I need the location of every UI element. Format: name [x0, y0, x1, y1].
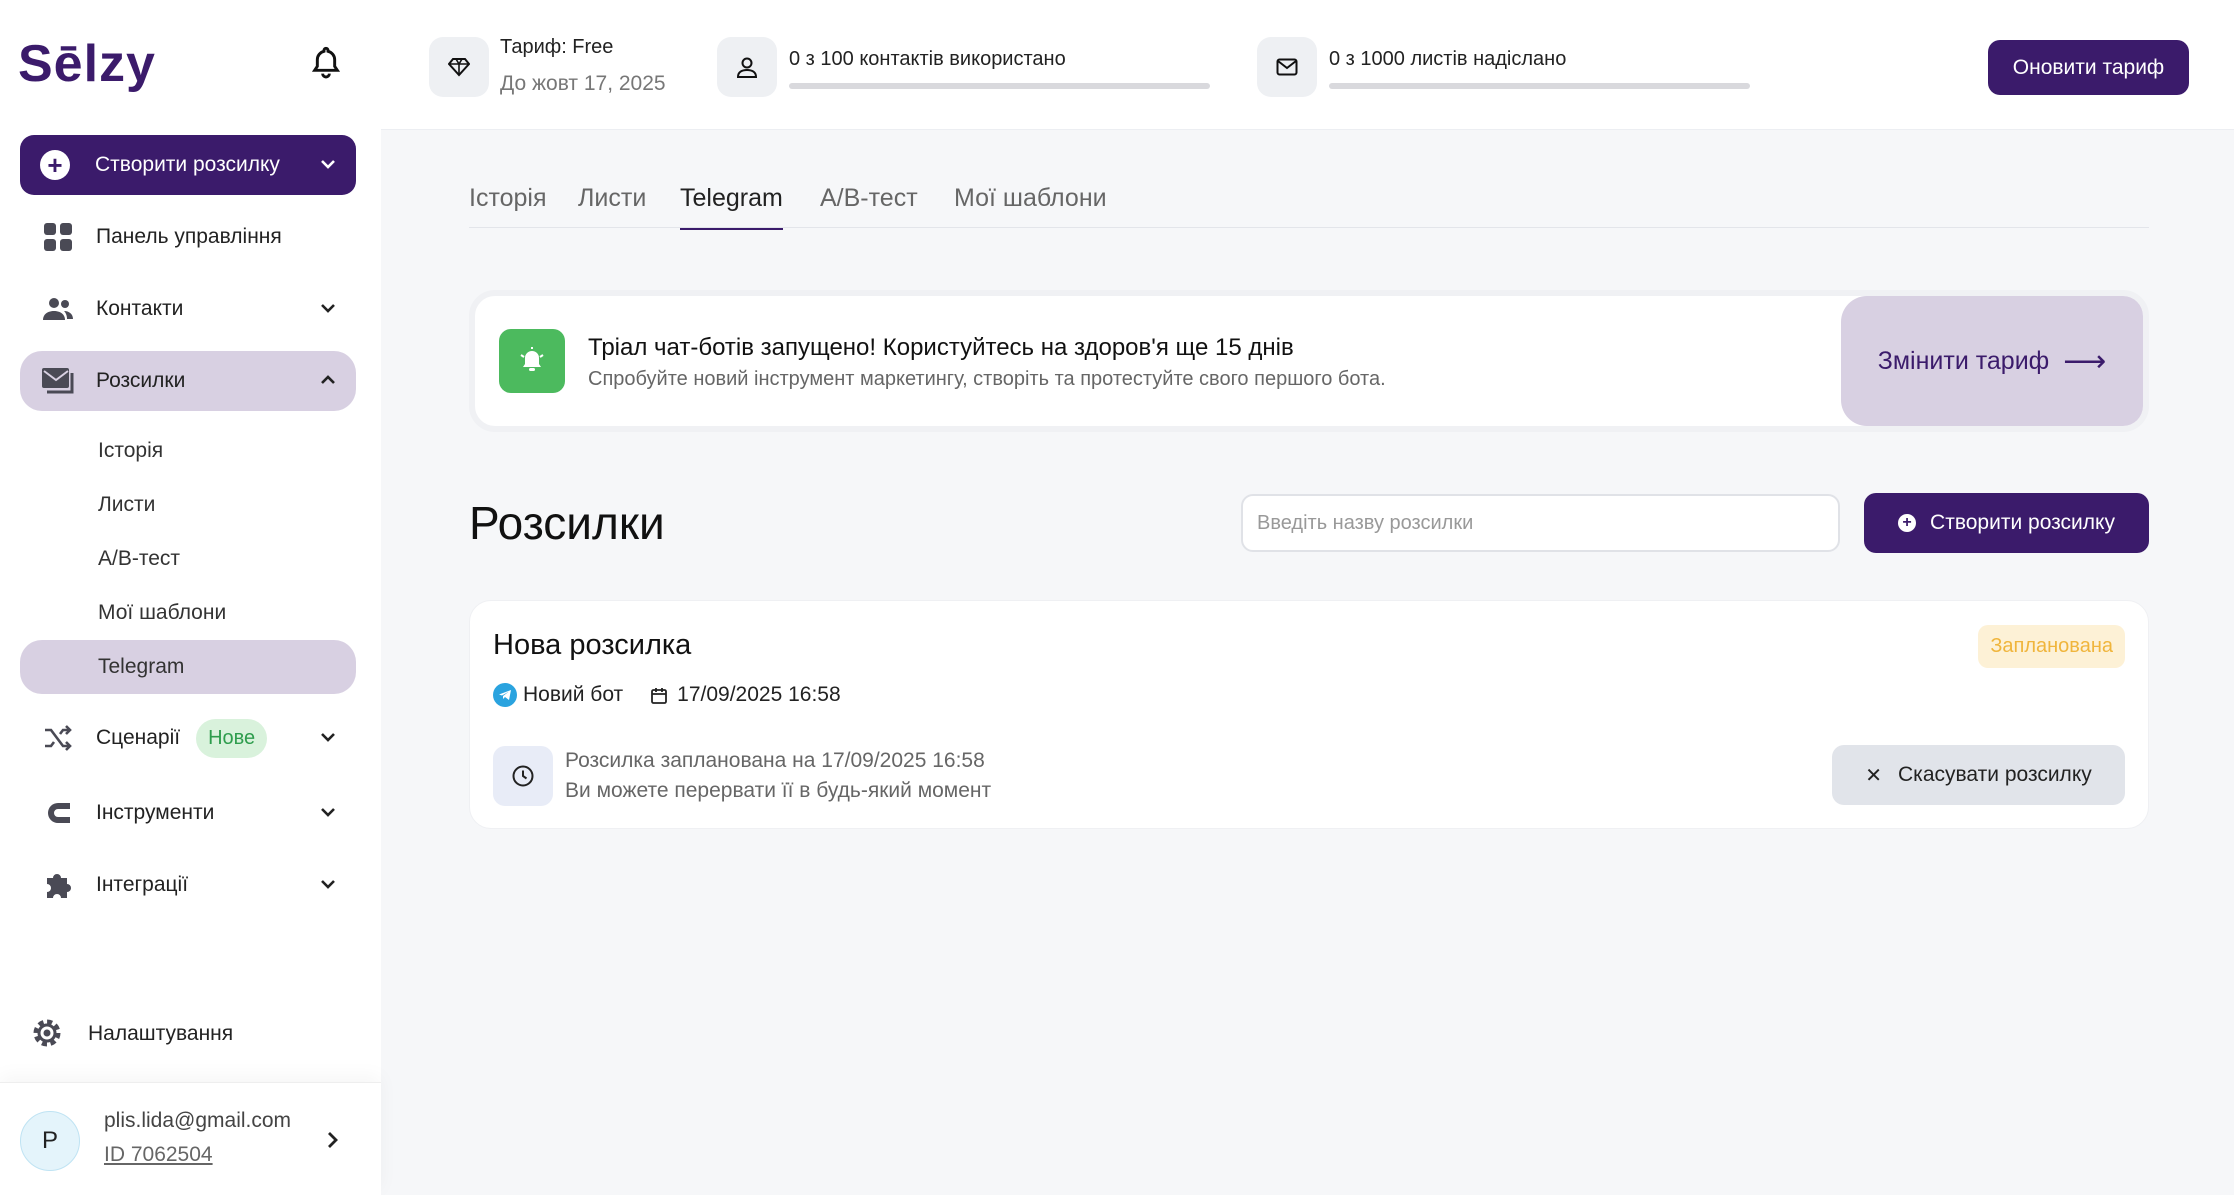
sidebar-item-label: Панель управління [96, 225, 282, 248]
scheduled-text: Розсилка запланована на 17/09/2025 16:58 [565, 749, 985, 772]
change-plan-label: Змінити тариф [1877, 346, 2050, 375]
tab-ab-test[interactable]: A/B-тест [820, 184, 918, 213]
shuffle-icon [40, 720, 76, 756]
sidebar-item-scenarios[interactable]: Сценарії Нове [20, 708, 356, 768]
emails-usage: 0 з 1000 листів надіслано [1329, 48, 1567, 70]
tab-templates[interactable]: Мої шаблони [954, 184, 1107, 213]
plus-icon: + [40, 150, 70, 180]
search-input[interactable] [1241, 494, 1840, 552]
chevron-down-icon [318, 727, 338, 747]
user-id-link[interactable]: ID 7062504 [104, 1143, 213, 1167]
sidebar-item-label: Контакти [96, 297, 184, 320]
create-mailing-label: Створити розсилку [1930, 511, 2115, 534]
mail-icon [1257, 37, 1317, 97]
tab-telegram[interactable]: Telegram [680, 184, 783, 230]
create-mailing-button[interactable]: + Створити розсилку [1864, 493, 2149, 553]
new-badge: Нове [196, 718, 268, 758]
sidebar-subitem-history[interactable]: Історія [20, 424, 356, 478]
tab-history[interactable]: Історія [469, 184, 547, 213]
users-icon [40, 291, 76, 327]
settings-label: Налаштування [88, 1022, 234, 1045]
chevron-down-icon [318, 874, 338, 894]
campaign-title: Нова розсилка [493, 629, 692, 661]
contacts-usage: 0 з 100 контактів використано [789, 48, 1066, 70]
sidebar-subitem-ab-test[interactable]: A/B-тест [20, 532, 356, 586]
campaign-meta: Новий бот 17/09/2025 16:58 [493, 683, 841, 707]
sidebar-subitem-telegram[interactable]: Telegram [20, 640, 356, 694]
chevron-down-icon [318, 298, 338, 318]
grid-icon [40, 219, 76, 255]
sidebar-item-contacts[interactable]: Контакти [20, 279, 356, 339]
clock-icon [493, 746, 553, 806]
mailings-tabs: Історія Листи Telegram A/B-тест Мої шабл… [469, 178, 2149, 230]
chevron-down-icon [318, 802, 338, 822]
chevron-up-icon [318, 370, 338, 390]
create-mailing-label: Створити розсилку [95, 153, 280, 176]
calendar-icon [651, 687, 668, 704]
user-profile[interactable]: P plis.lida@gmail.com ID 7062504 [0, 1082, 381, 1195]
plan-until: До жовт 17, 2025 [500, 72, 666, 95]
selzy-logo[interactable]: Sēlzy [18, 34, 156, 94]
telegram-icon [493, 683, 517, 707]
emails-progress [1329, 83, 1750, 89]
banner-title: Тріал чат-ботів запущено! Користуйтесь н… [588, 334, 1294, 361]
scheduled-hint: Ви можете перервати її в будь-який момен… [565, 779, 992, 802]
campaign-card[interactable]: Нова розсилка Запланована Новий бот 17/0… [469, 600, 2149, 829]
puzzle-icon [40, 867, 76, 903]
avatar: P [20, 1111, 80, 1171]
sidebar-item-dashboard[interactable]: Панель управління [20, 207, 356, 267]
create-mailing-dropdown-button[interactable]: + Створити розсилку [20, 135, 356, 195]
change-plan-button[interactable]: Змінити тариф ⟶ [1841, 296, 2143, 426]
mailings-icon [40, 363, 76, 399]
chevron-right-icon[interactable] [324, 1129, 342, 1151]
chevron-down-icon [318, 154, 338, 174]
sidebar-item-tools[interactable]: Інструменти [20, 783, 356, 843]
diamond-icon [429, 37, 489, 97]
arrow-right-icon: ⟶ [2063, 344, 2107, 378]
sidebar-item-label: Розсилки [96, 369, 186, 392]
bell-icon[interactable] [310, 45, 342, 81]
sidebar-item-label: Інструменти [96, 801, 215, 824]
plan-name: Тариф: Free [500, 36, 614, 58]
gear-icon [30, 1016, 66, 1052]
close-icon: ✕ [1865, 764, 1882, 787]
bot-name: Новий бот [523, 683, 624, 706]
sidebar-subitem-letters[interactable]: Листи [20, 478, 356, 532]
sidebar-item-mailings[interactable]: Розсилки [20, 351, 356, 411]
page-title: Розсилки [469, 497, 665, 549]
user-email: plis.lida@gmail.com [104, 1109, 292, 1132]
sidebar-item-label: Сценарії [96, 726, 181, 749]
sidebar-item-label: Інтеграції [96, 873, 189, 896]
alarm-bell-icon [499, 329, 565, 393]
settings-link[interactable]: Налаштування [30, 1016, 233, 1052]
magnet-icon [40, 795, 76, 831]
sidebar-item-integrations[interactable]: Інтеграції [20, 855, 356, 915]
status-badge: Запланована [1978, 625, 2125, 668]
contacts-progress [789, 83, 1210, 89]
top-bar: Тариф: Free До жовт 17, 2025 0 з 100 кон… [381, 0, 2234, 130]
chatbot-trial-banner: Тріал чат-ботів запущено! Користуйтесь н… [469, 290, 2149, 432]
tab-letters[interactable]: Листи [578, 184, 646, 213]
sidebar-subitem-templates[interactable]: Мої шаблони [20, 586, 356, 640]
upgrade-plan-button[interactable]: Оновити тариф [1988, 40, 2189, 95]
cancel-mailing-label: Скасувати розсилку [1898, 763, 2092, 786]
campaign-datetime: 17/09/2025 16:58 [677, 683, 841, 706]
user-icon [717, 37, 777, 97]
sidebar: Sēlzy + Створити розсилку Панель управлі… [0, 0, 381, 1195]
cancel-mailing-button[interactable]: ✕ Скасувати розсилку [1832, 745, 2125, 805]
banner-subtitle: Спробуйте новий інструмент маркетингу, с… [588, 368, 1386, 390]
plus-icon: + [1898, 514, 1917, 532]
